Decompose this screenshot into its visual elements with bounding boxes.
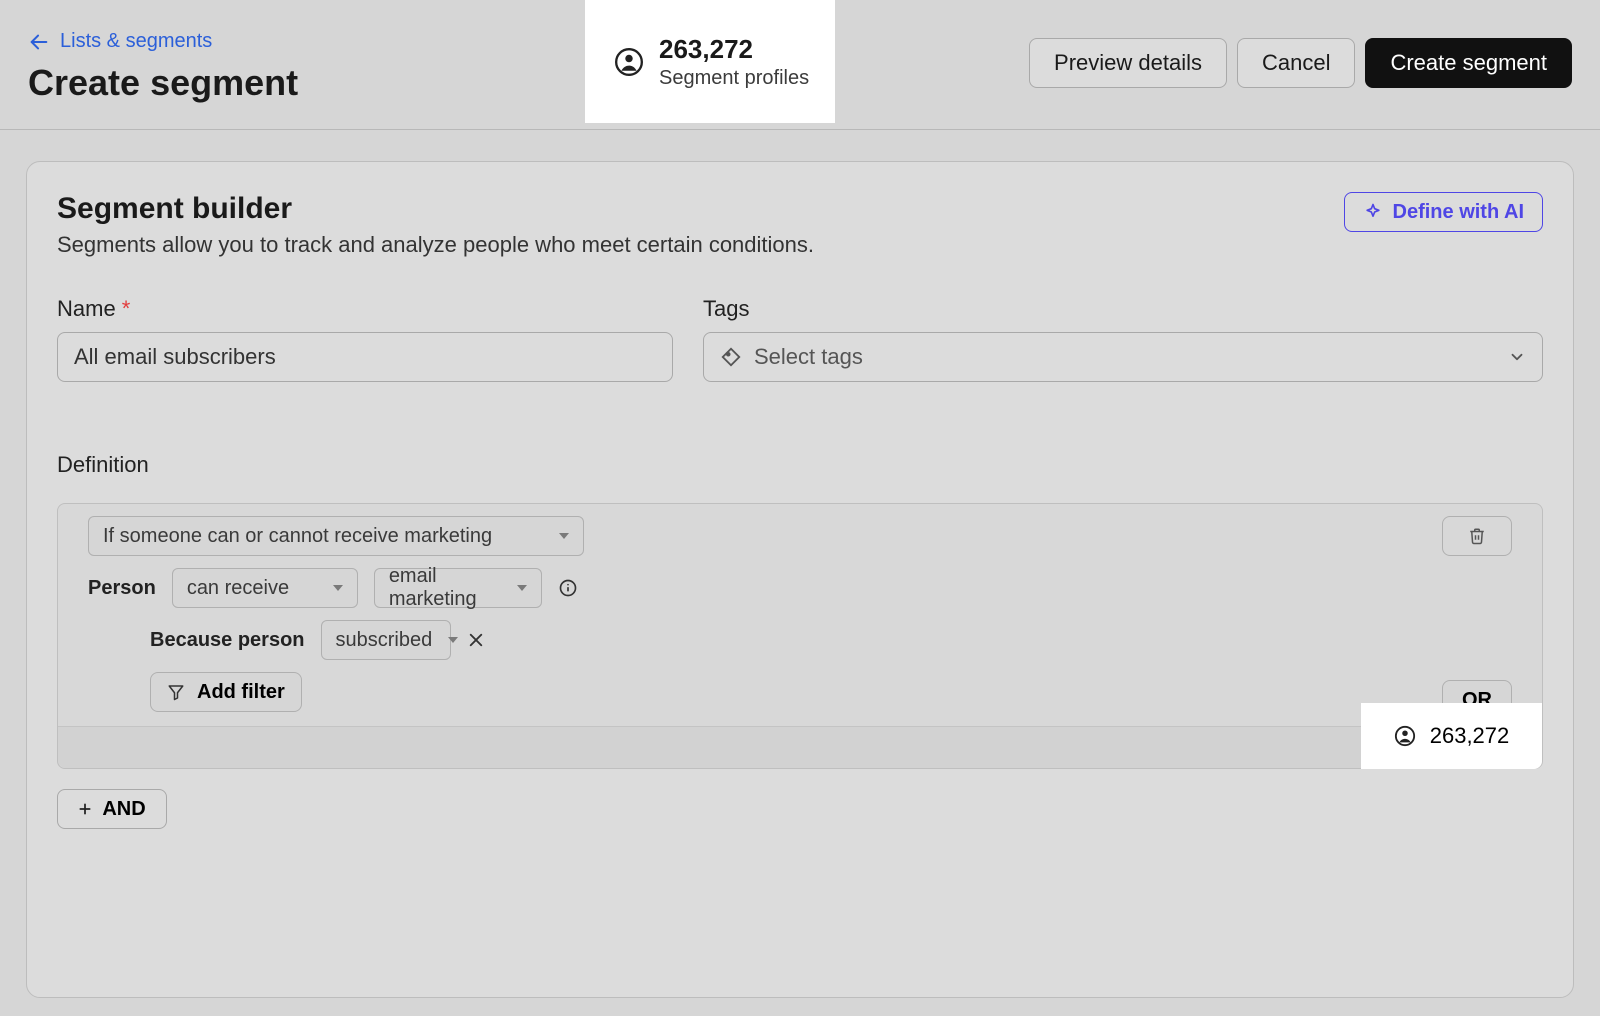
and-button[interactable]: AND bbox=[57, 789, 167, 829]
person-channel-select[interactable]: email marketing bbox=[374, 568, 542, 608]
name-label: Name* bbox=[57, 296, 673, 322]
header-actions: Preview details Cancel Create segment bbox=[1029, 38, 1572, 88]
tag-icon bbox=[720, 346, 742, 368]
trash-icon bbox=[1468, 527, 1486, 545]
caret-down-icon bbox=[517, 585, 527, 591]
because-label: Because person bbox=[150, 629, 305, 652]
sparkle-icon bbox=[1363, 202, 1383, 222]
segment-profile-count-box: 263,272 Segment profiles bbox=[585, 0, 835, 123]
filter-icon bbox=[167, 683, 185, 701]
condition-count-box: 263,272 bbox=[1361, 703, 1542, 769]
caret-down-icon bbox=[559, 533, 569, 539]
name-input[interactable] bbox=[57, 332, 673, 382]
definition-label: Definition bbox=[57, 452, 1543, 478]
breadcrumb-back[interactable]: Lists & segments bbox=[28, 30, 212, 53]
cancel-button[interactable]: Cancel bbox=[1237, 38, 1355, 88]
profile-count-value: 263,272 bbox=[659, 34, 809, 65]
page-header: Lists & segments Create segment 263,272 … bbox=[0, 0, 1600, 130]
condition-type-select[interactable]: If someone can or cannot receive marketi… bbox=[88, 516, 584, 556]
tags-placeholder: Select tags bbox=[754, 344, 863, 370]
person-label: Person bbox=[88, 577, 156, 600]
person-circle-icon bbox=[1394, 725, 1416, 747]
caret-down-icon bbox=[333, 585, 343, 591]
tags-select[interactable]: Select tags bbox=[703, 332, 1543, 382]
because-select[interactable]: subscribed bbox=[321, 620, 451, 660]
card-title: Segment builder bbox=[57, 192, 814, 226]
add-filter-button[interactable]: Add filter bbox=[150, 672, 302, 712]
delete-condition-button[interactable] bbox=[1442, 516, 1512, 556]
arrow-left-icon bbox=[28, 31, 50, 53]
define-with-ai-button[interactable]: Define with AI bbox=[1344, 192, 1543, 232]
person-can-select[interactable]: can receive bbox=[172, 568, 358, 608]
breadcrumb-label: Lists & segments bbox=[60, 30, 212, 53]
create-segment-button[interactable]: Create segment bbox=[1365, 38, 1572, 88]
condition-count-value: 263,272 bbox=[1430, 723, 1510, 749]
remove-because-button[interactable] bbox=[467, 631, 485, 649]
info-icon[interactable] bbox=[558, 578, 578, 598]
tags-label: Tags bbox=[703, 296, 1543, 322]
plus-icon bbox=[78, 802, 92, 816]
person-circle-icon bbox=[615, 48, 643, 76]
ai-button-label: Define with AI bbox=[1393, 201, 1524, 224]
condition-group: If someone can or cannot receive marketi… bbox=[57, 503, 1543, 769]
page-title: Create segment bbox=[28, 62, 298, 104]
add-filter-label: Add filter bbox=[197, 681, 285, 704]
condition-type-value: If someone can or cannot receive marketi… bbox=[103, 525, 492, 548]
condition-footer: 263,272 bbox=[58, 726, 1542, 768]
preview-details-button[interactable]: Preview details bbox=[1029, 38, 1227, 88]
profile-count-label: Segment profiles bbox=[659, 67, 809, 90]
caret-down-icon bbox=[448, 637, 458, 643]
segment-builder-card: Segment builder Segments allow you to tr… bbox=[26, 161, 1574, 998]
chevron-down-icon bbox=[1508, 348, 1526, 366]
card-subtitle: Segments allow you to track and analyze … bbox=[57, 232, 814, 258]
and-button-label: AND bbox=[102, 798, 145, 821]
